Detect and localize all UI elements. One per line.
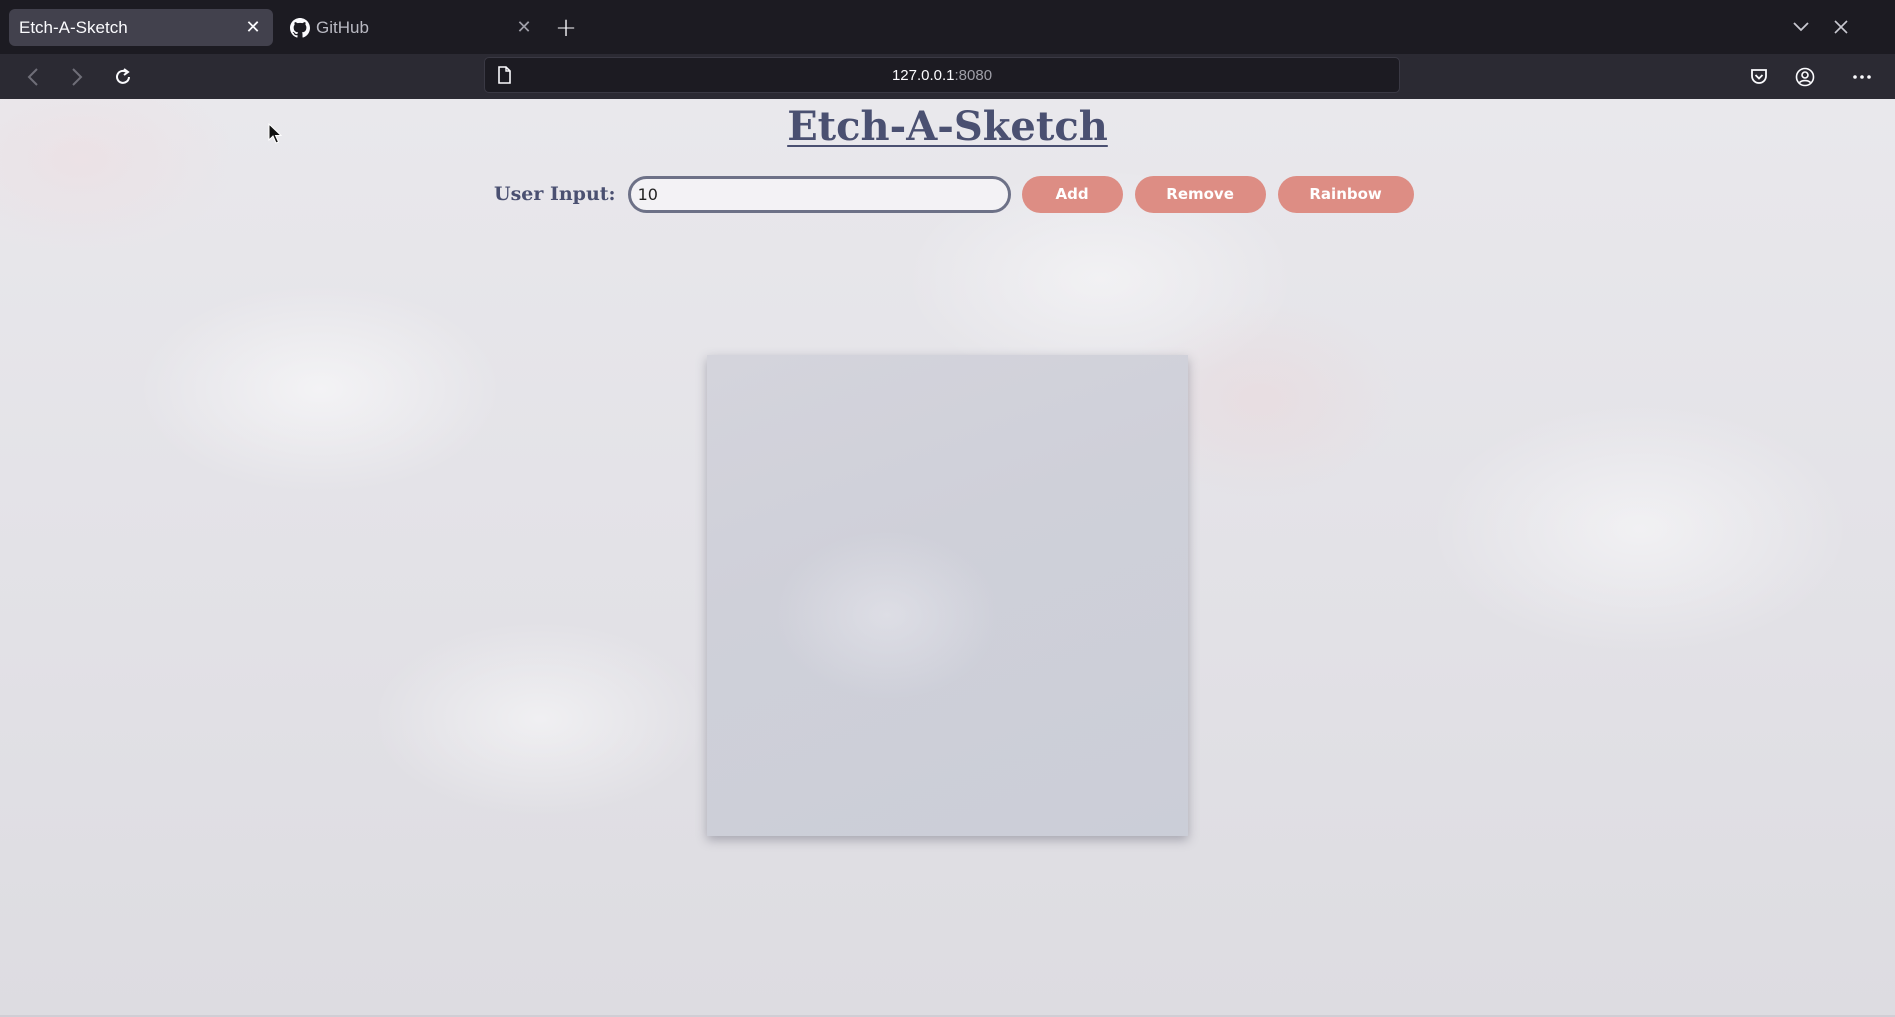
url-bar[interactable]: 127.0.0.1:8080 (484, 57, 1400, 93)
remove-button[interactable]: Remove (1134, 175, 1266, 213)
close-tab-icon[interactable]: ✕ (243, 17, 263, 38)
menu-more-icon[interactable] (1847, 62, 1877, 92)
page-viewport: Etch-A-Sketch User Input: Add Remove Rai… (0, 99, 1895, 1017)
user-input-label: User Input: (494, 183, 616, 205)
user-input-field[interactable] (627, 175, 1011, 213)
back-arrow-icon[interactable] (18, 62, 48, 92)
page-icon (497, 66, 511, 88)
rainbow-button[interactable]: Rainbow (1277, 175, 1414, 213)
tab-github[interactable]: GitHub ✕ (280, 9, 544, 46)
tab-label: GitHub (316, 17, 369, 37)
url-host: 127.0.0.1 (891, 66, 955, 84)
pocket-icon[interactable] (1744, 62, 1774, 92)
tab-strip: Etch-A-Sketch ✕ GitHub ✕ + (0, 0, 1895, 54)
github-icon (290, 17, 310, 38)
reload-icon[interactable] (108, 62, 138, 92)
url-port: :8080 (954, 66, 993, 84)
new-tab-plus-icon[interactable]: + (552, 13, 580, 43)
sketch-grid-canvas[interactable] (707, 355, 1188, 836)
tab-etch-a-sketch[interactable]: Etch-A-Sketch ✕ (9, 9, 273, 46)
add-button[interactable]: Add (1021, 175, 1123, 213)
mouse-cursor-icon (268, 122, 283, 149)
controls-row: User Input: Add Remove Rainbow (494, 175, 1414, 213)
window-close-icon[interactable] (1826, 12, 1856, 42)
close-tab-icon[interactable]: ✕ (514, 17, 534, 38)
page-title: Etch-A-Sketch (787, 103, 1108, 150)
list-tabs-chevron-icon[interactable] (1786, 12, 1816, 42)
forward-arrow-icon[interactable] (62, 62, 92, 92)
account-icon[interactable] (1790, 62, 1820, 92)
nav-toolbar: 127.0.0.1:8080 (0, 54, 1895, 99)
tab-label: Etch-A-Sketch (19, 17, 128, 37)
